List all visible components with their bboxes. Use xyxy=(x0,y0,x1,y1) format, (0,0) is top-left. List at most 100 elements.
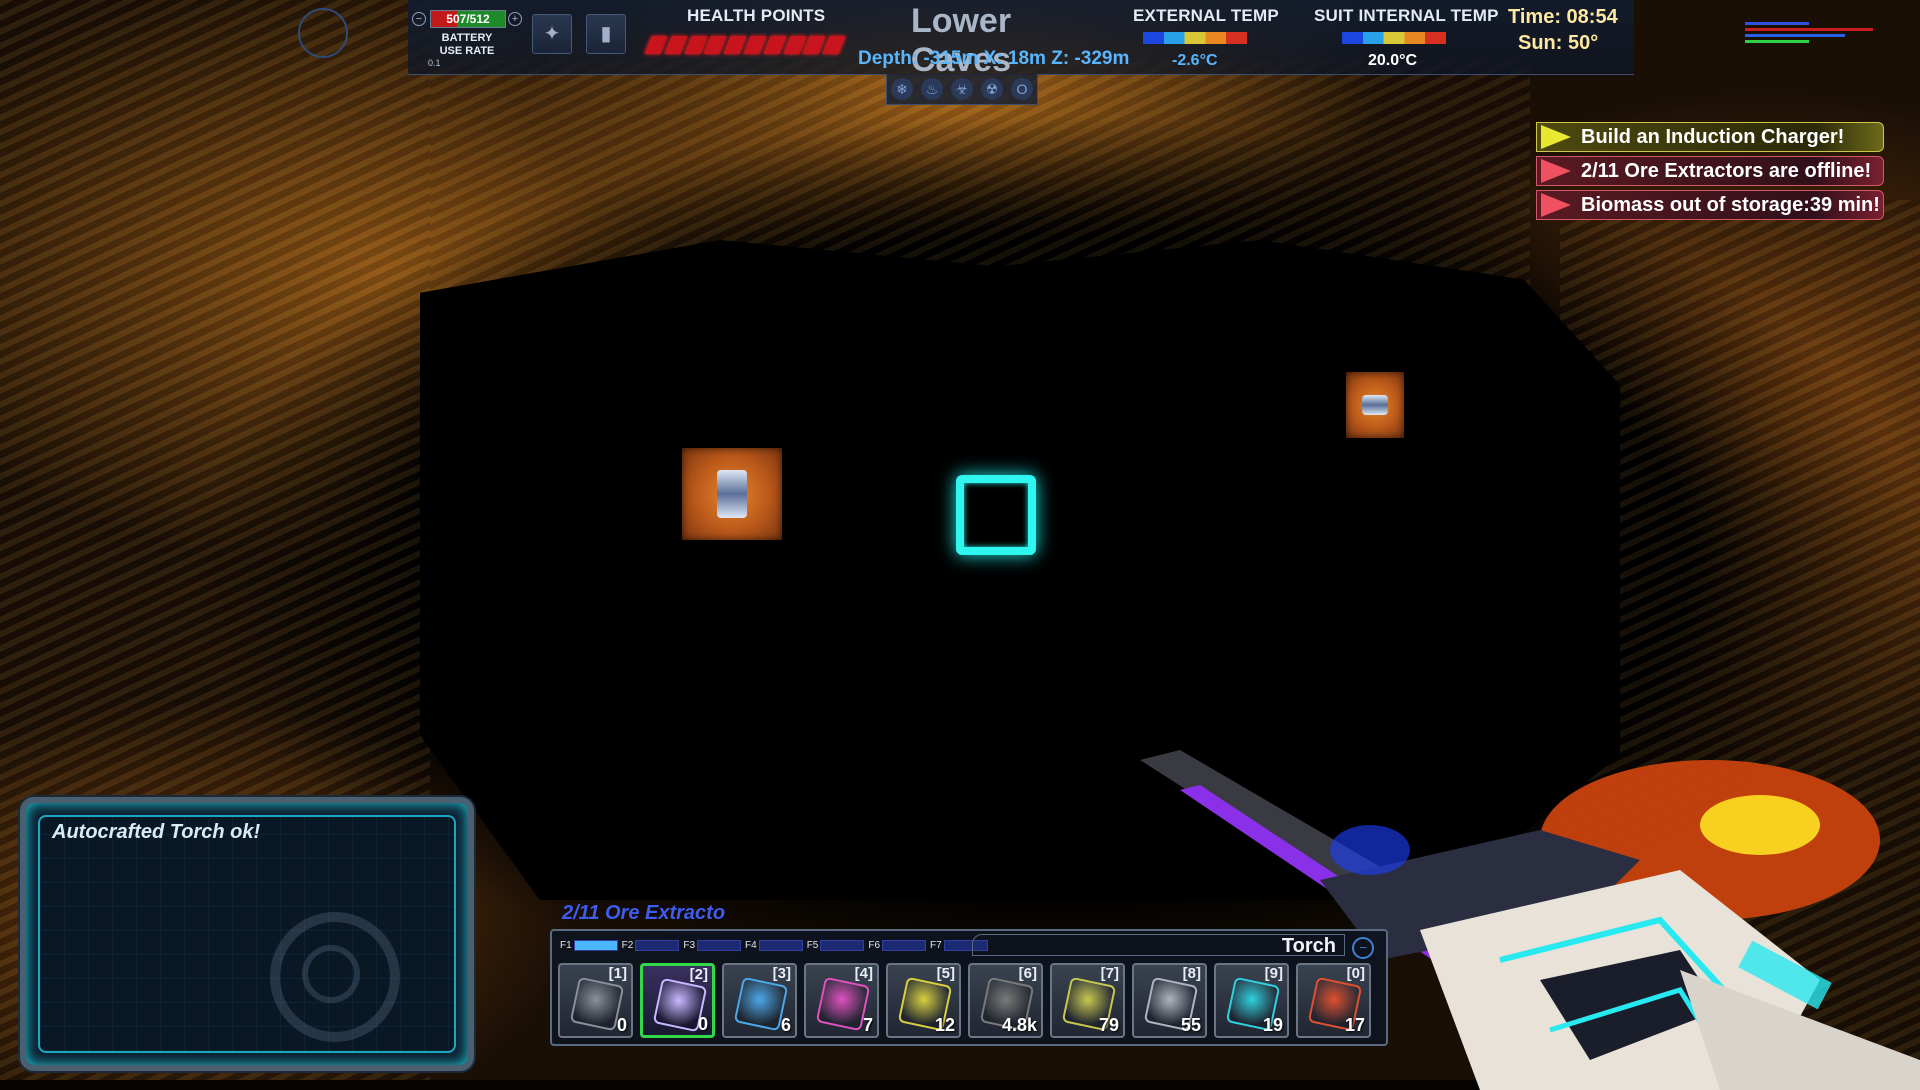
indicator-line xyxy=(1745,28,1873,31)
objective-text: Build an Induction Charger! xyxy=(1581,126,1845,148)
status-effects: ❄ ♨ ☣ ☢ O xyxy=(886,74,1038,105)
battery-rate: 0.1 xyxy=(428,58,441,68)
fkey-bar xyxy=(758,939,803,951)
hotbar-slot[interactable]: [4] 7 xyxy=(804,963,879,1038)
slot-key: [9] xyxy=(1264,965,1283,982)
fkey-tab-f2[interactable]: F2 xyxy=(621,939,680,951)
suit-temp-label: SUIT INTERNAL TEMP xyxy=(1314,6,1499,25)
slot-count: 4.8k xyxy=(1001,1015,1037,1035)
hotbar-menu-icon[interactable]: − xyxy=(1352,937,1374,959)
slot-count: 55 xyxy=(1180,1015,1201,1035)
health-segment xyxy=(644,36,668,54)
external-temp-label: EXTERNAL TEMP xyxy=(1133,6,1279,25)
compass-icon xyxy=(298,8,348,58)
objective-item: 2/11 Ore Extractors are offline! xyxy=(1536,156,1884,186)
slot-count: 12 xyxy=(934,1015,955,1035)
fkey-label: F4 xyxy=(745,939,757,951)
indicator-line xyxy=(1745,22,1809,25)
objective-text: Biomass out of storage:39 min! xyxy=(1581,194,1880,216)
hotbar-slots: [1] 0 [2] 0 [3] 6 [4] 7 [5] 12 [6] 4.8k [7] 79 [8] 55 [9… xyxy=(558,963,1371,1038)
slot-count: 0 xyxy=(616,1015,627,1035)
ore-block-left[interactable] xyxy=(682,448,782,540)
hotbar-slot[interactable]: [9] 19 xyxy=(1214,963,1289,1038)
hotbar-slot[interactable]: [2] 0 xyxy=(640,963,715,1038)
sun-value: Sun: 50° xyxy=(1518,32,1599,54)
health-segment xyxy=(743,36,767,54)
fkey-tab-f3[interactable]: F3 xyxy=(683,939,742,951)
fkey-pages: F1 F2 F3 F4 F5 F6 F7 xyxy=(560,937,992,953)
fire-icon: ♨ xyxy=(921,78,943,100)
fkey-tab-f1[interactable]: F1 xyxy=(560,939,618,951)
objective-item: Biomass out of storage:39 min! xyxy=(1536,190,1884,220)
flashlight-icon[interactable]: ▮ xyxy=(586,14,626,54)
health-segment xyxy=(763,36,787,54)
slot-key: [8] xyxy=(1182,965,1201,982)
fkey-bar xyxy=(635,939,680,951)
fkey-tab-f5[interactable]: F5 xyxy=(806,939,865,951)
hotbar-slot[interactable]: [5] 12 xyxy=(886,963,961,1038)
health-segment xyxy=(822,36,846,54)
suit-temp-value: 20.0°C xyxy=(1368,52,1418,69)
fkey-label: F5 xyxy=(806,939,819,951)
biohazard-icon: ☣ xyxy=(951,78,973,100)
fkey-label: F3 xyxy=(683,939,696,951)
battery-minus-icon[interactable]: − xyxy=(412,12,426,26)
position-readout: Depth: -315m X: 18m Z: -329m xyxy=(858,48,1130,69)
hotbar-slot[interactable]: [8] 55 xyxy=(1132,963,1207,1038)
fkey-label: F6 xyxy=(868,939,881,951)
slot-key: [4] xyxy=(854,965,873,982)
top-hud: − 507/512 BATTERY USE RATE 0.1 + ✦ ▮ HEA… xyxy=(298,0,1634,79)
robot-eye-inner-icon xyxy=(302,945,360,1003)
slot-key: [3] xyxy=(772,965,791,982)
objective-arrow-icon xyxy=(1541,193,1571,217)
hotbar-slot[interactable]: [1] 0 xyxy=(558,963,633,1038)
ore-crystal xyxy=(717,470,747,518)
time-display: Time: 08:54 Sun: 50° xyxy=(1508,4,1618,56)
fkey-tab-f4[interactable]: F4 xyxy=(745,939,803,951)
fkey-bar xyxy=(820,939,865,951)
radiation-icon: ☢ xyxy=(981,78,1003,100)
fkey-bar xyxy=(573,939,618,951)
slot-key: [7] xyxy=(1100,965,1119,982)
hotbar: F1 F2 F3 F4 F5 F6 F7 Torch − [1] 0 [2] 0 [3] 6 [4] 7[… xyxy=(550,929,1388,1046)
hotbar-slot[interactable]: [7] 79 xyxy=(1050,963,1125,1038)
hotbar-slot[interactable]: [3] 6 xyxy=(722,963,797,1038)
fkey-tab-f6[interactable]: F6 xyxy=(868,939,927,951)
external-temp-scale xyxy=(1143,32,1247,44)
time-value: Time: 08:54 xyxy=(1508,6,1618,28)
slot-key: [5] xyxy=(936,965,955,982)
hotbar-slot[interactable]: [0] 17 xyxy=(1296,963,1371,1038)
health-label: HEALTH POINTS xyxy=(687,6,826,25)
jetpack-icon[interactable]: ✦ xyxy=(532,14,572,54)
message-text: Autocrafted Torch ok! xyxy=(52,821,261,843)
fkey-label: F2 xyxy=(621,939,634,951)
battery-value: 507/512 xyxy=(430,10,506,28)
oxygen-icon: O xyxy=(1011,78,1033,100)
battery-plus-icon[interactable]: + xyxy=(508,12,522,26)
slot-count: 79 xyxy=(1098,1015,1119,1035)
slot-key: [1] xyxy=(608,965,627,982)
hotbar-hint: 2/11 Ore Extracto xyxy=(562,902,726,924)
slot-count: 7 xyxy=(862,1015,873,1035)
fkey-label: F1 xyxy=(560,939,572,951)
objectives-list: Build an Induction Charger! 2/11 Ore Ext… xyxy=(1536,122,1884,224)
battery-label: BATTERY USE RATE xyxy=(439,32,495,57)
indicator-line xyxy=(1745,40,1809,43)
ore-crystal xyxy=(1362,395,1388,415)
fkey-label: F7 xyxy=(930,939,942,951)
objective-arrow-icon xyxy=(1541,159,1571,183)
message-panel: Autocrafted Torch ok! xyxy=(20,797,474,1071)
health-bar xyxy=(644,36,846,54)
message-screen xyxy=(38,815,456,1053)
slot-key: [0] xyxy=(1346,965,1365,982)
objective-item: Build an Induction Charger! xyxy=(1536,122,1884,152)
fkey-bar xyxy=(882,939,927,951)
ore-block-right[interactable] xyxy=(1346,372,1404,438)
suit-temp-scale xyxy=(1342,32,1446,44)
slot-count: 19 xyxy=(1262,1015,1283,1035)
slot-key: [6] xyxy=(1018,965,1037,982)
indicator-line xyxy=(1745,34,1845,37)
fkey-bar xyxy=(697,939,742,951)
minimap-indicator xyxy=(1745,22,1875,46)
hotbar-slot[interactable]: [6] 4.8k xyxy=(968,963,1043,1038)
